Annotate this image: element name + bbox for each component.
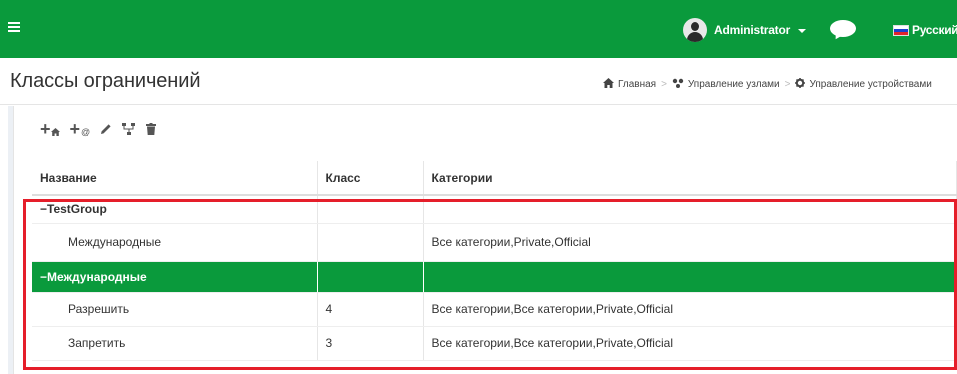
- top-navbar: Administrator Русский: [0, 0, 957, 58]
- pencil-icon: [101, 124, 111, 134]
- table-row-group-selected[interactable]: −Международные: [32, 261, 957, 293]
- categories-cell: Все категории,Все категории,Private,Offi…: [423, 326, 957, 361]
- collapse-marker[interactable]: −: [40, 270, 47, 284]
- breadcrumb-devices[interactable]: Управление устройствами: [809, 79, 931, 90]
- edit-button[interactable]: [100, 123, 112, 135]
- name-cell: Международные: [32, 223, 318, 262]
- at-icon: @: [81, 126, 91, 137]
- language-label: Русский: [912, 23, 957, 37]
- page-title: Классы ограничений: [10, 70, 201, 92]
- collapse-marker[interactable]: −: [40, 202, 47, 216]
- add-group-button[interactable]: +: [40, 119, 60, 139]
- name-cell: Разрешить: [32, 292, 318, 327]
- table-header-row: Название Класс Категории: [32, 161, 957, 196]
- caret-down-icon: [798, 29, 807, 33]
- table-row[interactable]: Разрешить 4 Все категории,Все категории,…: [32, 292, 957, 327]
- russian-flag-icon: [893, 24, 909, 36]
- categories-cell: [423, 261, 957, 293]
- plus-icon: +: [69, 119, 81, 139]
- restriction-classes-table: Название Класс Категории −TestGroup Межд…: [32, 161, 957, 361]
- gear-icon: [795, 78, 806, 91]
- column-header-categories[interactable]: Категории: [423, 161, 957, 196]
- group-name-cell[interactable]: −TestGroup: [32, 195, 318, 224]
- nodes-icon: [672, 78, 684, 91]
- class-cell: [317, 261, 424, 293]
- hierarchy-icon: [122, 123, 136, 135]
- class-cell: 4: [317, 292, 424, 327]
- breadcrumb-separator: >: [784, 79, 791, 90]
- user-avatar-icon: [683, 18, 707, 42]
- home-icon: [603, 78, 614, 91]
- toolbar: + + @: [40, 119, 166, 139]
- tree-button[interactable]: [122, 123, 136, 135]
- add-class-button[interactable]: + @: [69, 119, 91, 139]
- table-row[interactable]: Международные Все категории,Private,Offi…: [32, 223, 957, 262]
- column-header-class[interactable]: Класс: [317, 161, 424, 196]
- language-menu[interactable]: Русский: [893, 22, 957, 38]
- categories-cell: Все категории,Private,Official: [423, 223, 957, 262]
- home-icon: [50, 127, 60, 136]
- breadcrumb: Главная > Управление узлами > Управление…: [603, 78, 932, 91]
- hamburger-icon[interactable]: [8, 22, 20, 32]
- group-name: Международные: [47, 269, 147, 284]
- group-name: TestGroup: [47, 202, 107, 217]
- categories-cell: Все категории,Все категории,Private,Offi…: [423, 292, 957, 327]
- trash-icon: [146, 123, 157, 135]
- class-cell: 3: [317, 326, 424, 361]
- breadcrumb-separator: >: [661, 79, 667, 90]
- table-row-group[interactable]: −TestGroup: [32, 195, 957, 224]
- group-name-cell[interactable]: −Международные: [32, 261, 318, 293]
- page-header: Классы ограничений Главная > Управление …: [0, 58, 957, 105]
- breadcrumb-home[interactable]: Главная: [618, 79, 656, 90]
- plus-icon: +: [40, 119, 51, 139]
- chat-bubble-icon[interactable]: [830, 20, 856, 42]
- class-cell: [317, 223, 424, 262]
- delete-button[interactable]: [146, 123, 157, 135]
- user-menu[interactable]: Administrator: [683, 18, 807, 42]
- table-row[interactable]: Запретить 3 Все категории,Все категории,…: [32, 326, 957, 361]
- column-header-name[interactable]: Название: [32, 161, 318, 196]
- user-name: Administrator: [714, 23, 791, 37]
- categories-cell: [423, 195, 957, 224]
- class-cell: [317, 195, 424, 224]
- breadcrumb-nodes[interactable]: Управление узлами: [688, 79, 780, 90]
- name-cell: Запретить: [32, 326, 318, 361]
